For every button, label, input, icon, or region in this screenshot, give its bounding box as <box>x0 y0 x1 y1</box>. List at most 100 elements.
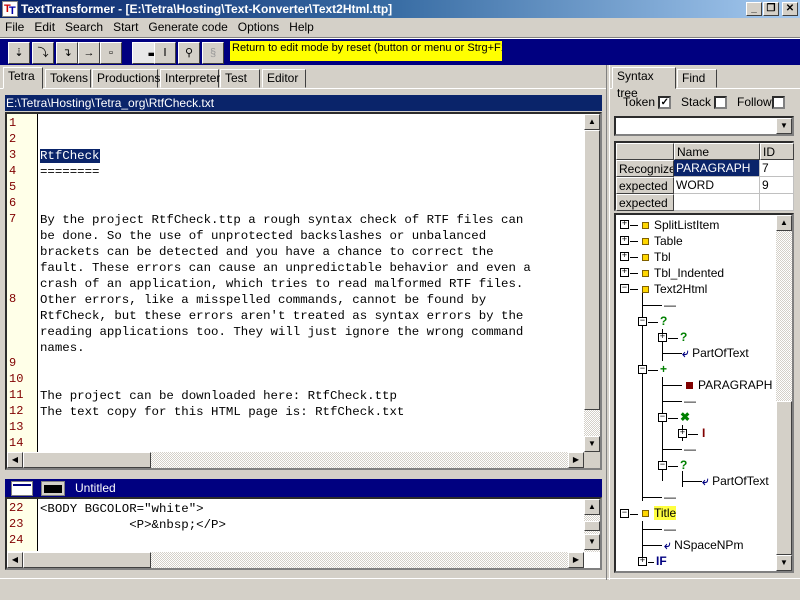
tree-node[interactable]: — <box>664 489 676 505</box>
output-horizontal-scrollbar[interactable]: ◀ ▶ <box>7 552 584 568</box>
tab-test[interactable]: Test <box>220 69 260 88</box>
grid-header-id[interactable]: ID <box>760 143 794 160</box>
tree-node[interactable]: ⤶ PartOfText <box>702 473 769 489</box>
collapse-icon[interactable]: − <box>638 317 647 326</box>
collapse-icon[interactable]: − <box>658 461 667 470</box>
editor-line[interactable]: RtfCheck, but these errors aren't treate… <box>40 308 523 324</box>
selected-text[interactable]: RtfCheck <box>40 149 100 163</box>
collapse-icon[interactable]: − <box>620 284 629 293</box>
scroll-thumb[interactable] <box>584 130 600 410</box>
tree-node[interactable]: PARAGRAPH <box>686 377 772 393</box>
output-scroll-thumb[interactable] <box>584 521 600 531</box>
grid-cell-id[interactable]: 9 <box>760 177 794 194</box>
tab-editor[interactable]: Editor <box>262 69 306 88</box>
editor-line[interactable]: crash of an application, which tries to … <box>40 276 523 292</box>
splitter[interactable] <box>606 65 610 580</box>
expand-icon[interactable]: + <box>620 236 629 245</box>
tree-scroll-down-button[interactable]: ▼ <box>776 555 792 571</box>
token-check[interactable]: ✓ <box>658 96 672 110</box>
editor-line[interactable]: be done. So the use of unprotected backs… <box>40 228 486 244</box>
grid-cell-name[interactable]: PARAGRAPH <box>674 160 760 177</box>
grid-cell-name[interactable] <box>674 194 760 211</box>
expand-icon[interactable]: + <box>638 557 647 566</box>
stack-check[interactable] <box>714 96 728 110</box>
grid-cell-id[interactable] <box>760 194 794 211</box>
expand-icon[interactable]: + <box>620 268 629 277</box>
step-out-button[interactable]: ↴ <box>56 42 78 64</box>
tree-node[interactable]: ⤶ PartOfText <box>682 345 749 361</box>
tree-node[interactable]: — <box>684 441 696 457</box>
grid-cell-name[interactable]: WORD <box>674 177 760 194</box>
editor-line[interactable]: The text copy for this HTML page is: Rtf… <box>40 404 404 420</box>
output-text-area[interactable]: <BODY BGCOLOR="white"> <P>&nbsp;</P> <box>7 501 584 551</box>
editor-line[interactable]: ======== <box>40 164 100 180</box>
expand-icon[interactable]: + <box>678 429 687 438</box>
text-cursor-button[interactable]: Ⅰ <box>154 42 176 64</box>
editor-line[interactable]: reading applications too. They will just… <box>40 324 523 340</box>
restore-button[interactable]: ❐ <box>763 2 779 16</box>
run-to-cursor-button[interactable]: → <box>78 42 100 64</box>
step-over-button[interactable]: ⤵ <box>32 42 54 64</box>
scroll-down-button[interactable]: ▼ <box>584 436 600 452</box>
minimize-button[interactable]: _ <box>746 2 762 16</box>
tree-vertical-scrollbar[interactable]: ▲ ▼ <box>776 215 792 571</box>
tree-node[interactable]: — <box>664 521 676 537</box>
output-vertical-scrollbar[interactable]: ▲ ▼ <box>584 499 600 552</box>
combo-dropdown-button[interactable]: ▼ <box>776 118 792 134</box>
tab-tokens[interactable]: Tokens <box>45 69 91 88</box>
grid-cell-id[interactable]: 7 <box>760 160 794 177</box>
scroll-right-button[interactable]: ▶ <box>568 452 584 468</box>
output-line[interactable]: <BODY BGCOLOR="white"> <box>40 501 204 517</box>
close-button[interactable]: ✕ <box>782 2 798 16</box>
step-into-button[interactable]: ⇣ <box>8 42 30 64</box>
editor-line[interactable]: fault. These errors can cause an unpredi… <box>40 260 531 276</box>
expand-icon[interactable]: + <box>620 220 629 229</box>
editor-horizontal-scrollbar[interactable]: ◀ ▶ <box>7 452 584 468</box>
collapse-icon[interactable]: − <box>620 509 629 518</box>
menu-file[interactable]: File <box>0 18 29 37</box>
editor-line[interactable]: brackets can be detected and you have a … <box>40 244 494 260</box>
follow-check[interactable] <box>771 96 785 110</box>
menu-start[interactable]: Start <box>108 18 143 37</box>
editor-line[interactable]: The project can be downloaded here: RtfC… <box>40 388 397 404</box>
reset-button[interactable]: § <box>202 42 224 64</box>
tree-scroll-up-button[interactable]: ▲ <box>776 215 792 231</box>
output-scroll-right-button[interactable]: ▶ <box>568 552 584 568</box>
editor-line[interactable]: names. <box>40 340 85 356</box>
output-editor[interactable]: 22 23 24 <BODY BGCOLOR="white"> <P>&nbsp;<… <box>5 497 602 570</box>
editor-line[interactable]: Other errors, like a misspelled commands… <box>40 292 486 308</box>
expand-icon[interactable]: + <box>658 333 667 342</box>
tree-node[interactable]: — <box>664 297 676 313</box>
grid-header-name[interactable]: Name <box>674 143 760 160</box>
menu-options[interactable]: Options <box>233 18 284 37</box>
tab-syntax-tree[interactable]: Syntax tree <box>612 67 676 100</box>
search-button[interactable]: ⚲ <box>178 42 200 64</box>
tree-scroll-thumb[interactable] <box>776 401 792 555</box>
output-scroll-left-button[interactable]: ◀ <box>7 552 23 568</box>
output-view-toggle-dark[interactable] <box>41 481 65 496</box>
follow-checkbox[interactable]: Follow <box>737 94 785 110</box>
tab-productions[interactable]: Productions <box>92 69 160 88</box>
tree-combo-box[interactable]: ▼ <box>614 116 794 136</box>
stop-button[interactable]: ▫ <box>100 42 122 64</box>
expand-icon[interactable]: + <box>620 252 629 261</box>
output-line[interactable]: <P>&nbsp;</P> <box>40 517 226 533</box>
menu-generate-code[interactable]: Generate code <box>143 18 232 37</box>
collapse-icon[interactable]: − <box>638 365 647 374</box>
output-hscroll-thumb[interactable] <box>23 552 151 568</box>
tree-node[interactable]: — <box>684 393 696 409</box>
menu-search[interactable]: Search <box>60 18 108 37</box>
output-view-toggle-light[interactable] <box>11 481 33 496</box>
scroll-left-button[interactable]: ◀ <box>7 452 23 468</box>
hscroll-thumb[interactable] <box>23 452 151 468</box>
menu-edit[interactable]: Edit <box>29 18 60 37</box>
collapse-icon[interactable]: − <box>658 413 667 422</box>
tab-interpreter[interactable]: Interpreter <box>160 69 220 88</box>
editor-line[interactable]: RtfCheck <box>40 148 100 164</box>
scroll-up-button[interactable]: ▲ <box>584 114 600 130</box>
stack-checkbox[interactable]: Stack <box>681 94 728 110</box>
source-editor[interactable]: 1 2 3 4 5 6 7 8 9 10 11 12 13 14 RtfCheck ======== By t… <box>5 112 602 470</box>
output-scroll-up-button[interactable]: ▲ <box>584 499 600 515</box>
editor-line[interactable]: By the project RtfCheck.ttp a rough synt… <box>40 212 523 228</box>
editor-vertical-scrollbar[interactable]: ▲ ▼ <box>584 114 600 452</box>
